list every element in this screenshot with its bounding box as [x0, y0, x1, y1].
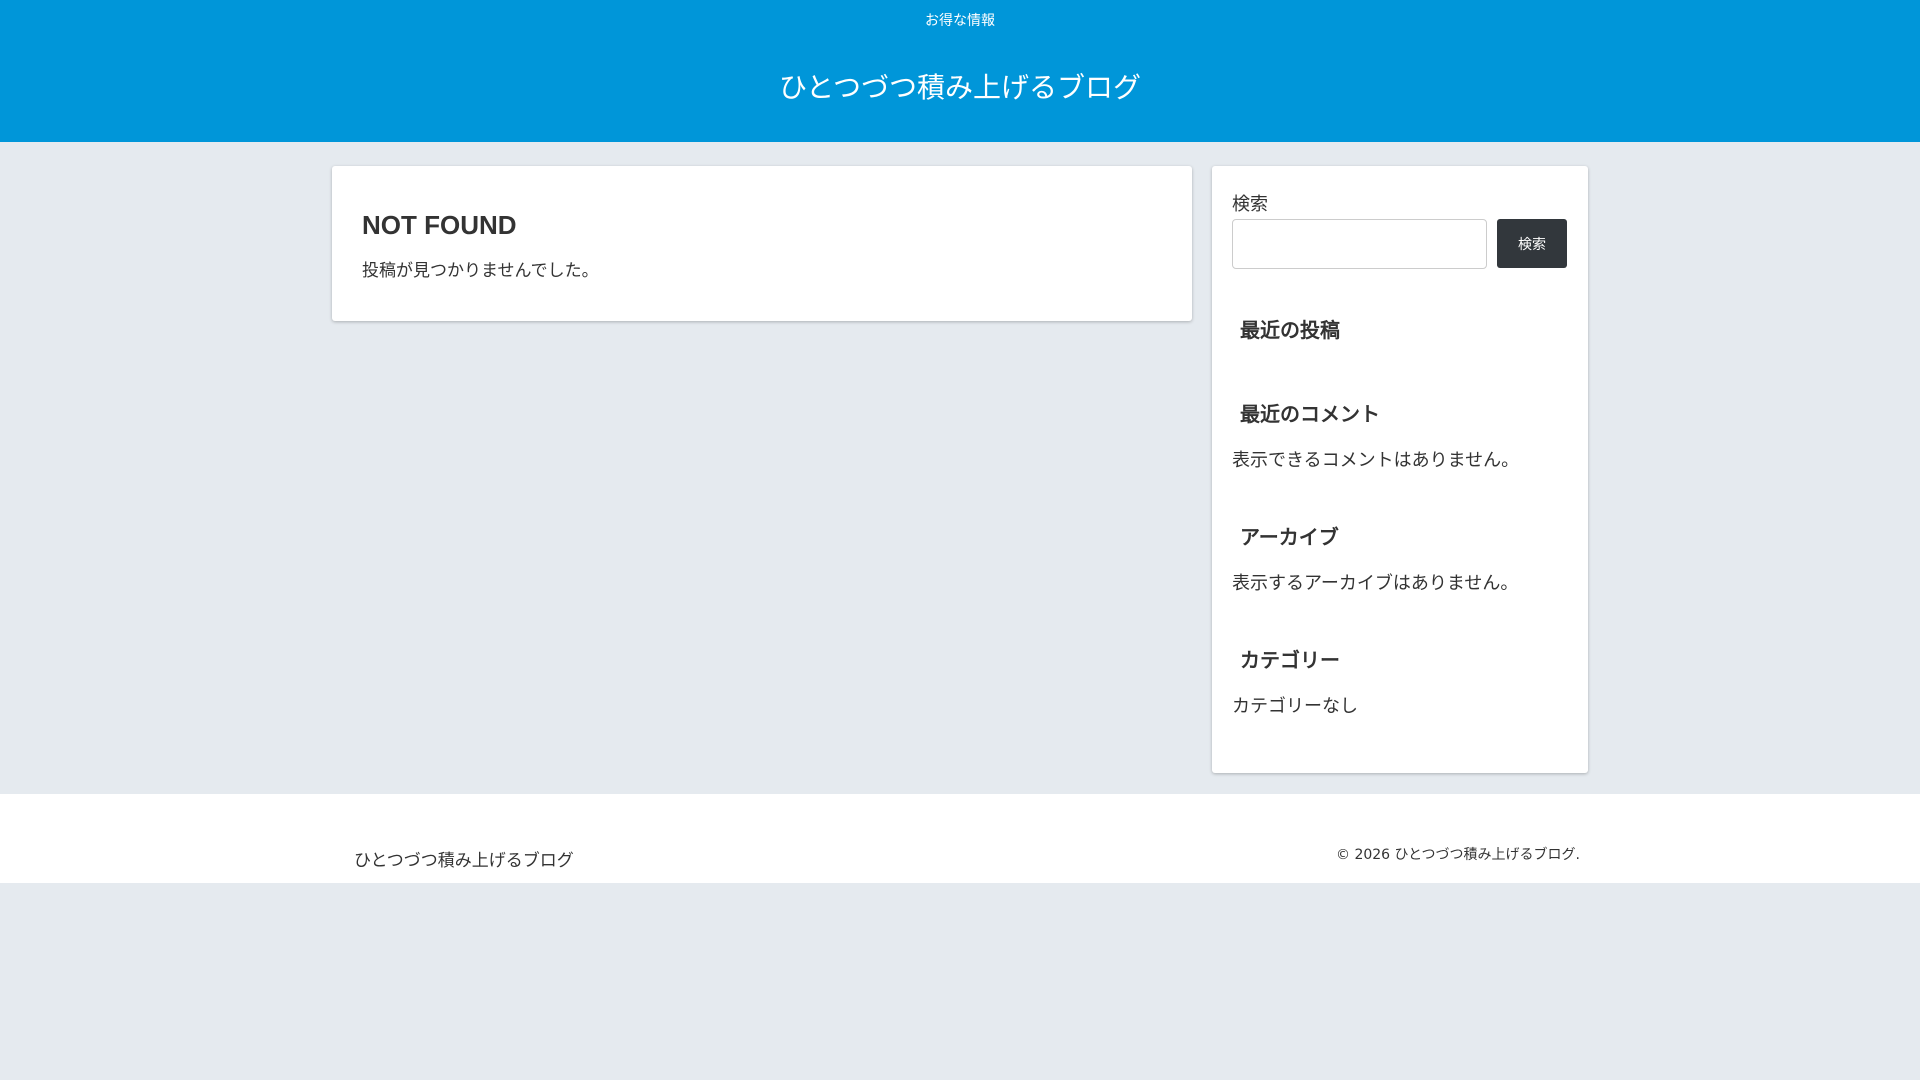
main-content-card: NOT FOUND 投稿が見つかりませんでした。: [332, 166, 1192, 321]
page-title: NOT FOUND: [362, 210, 517, 240]
search-label: 検索: [1232, 194, 1268, 215]
recent-comments-empty: 表示できるコメントはありません。: [1232, 450, 1520, 471]
search-button[interactable]: 検索: [1497, 219, 1567, 268]
not-found-message: 投稿が見つかりませんでした。: [362, 261, 599, 281]
recent-posts-heading: 最近の投稿: [1240, 318, 1340, 342]
copyright: © 2026 ひとつづつ積み上げるブログ.: [1336, 847, 1580, 863]
categories-heading: カテゴリー: [1240, 648, 1340, 672]
categories-empty: カテゴリーなし: [1232, 696, 1358, 717]
archives-heading: アーカイブ: [1240, 525, 1339, 549]
site-footer: ひとつづつ積み上げるブログ © 2026 ひとつづつ積み上げるブログ.: [0, 794, 1920, 883]
footer-site-title-link[interactable]: ひとつづつ積み上げるブログ: [354, 846, 574, 871]
site-header: お得な情報 ひとつづつ積み上げるブログ: [0, 0, 1920, 142]
search-input[interactable]: [1232, 219, 1487, 269]
recent-comments-heading: 最近のコメント: [1240, 402, 1380, 426]
site-title-link[interactable]: ひとつづつ積み上げるブログ: [0, 66, 1920, 106]
nav-link-deals[interactable]: お得な情報: [0, 10, 1920, 30]
archives-empty: 表示するアーカイブはありません。: [1232, 573, 1519, 594]
sidebar: 検索 検索 最近の投稿 最近のコメント 表示できるコメントはありません。 アーカ…: [1212, 166, 1588, 773]
